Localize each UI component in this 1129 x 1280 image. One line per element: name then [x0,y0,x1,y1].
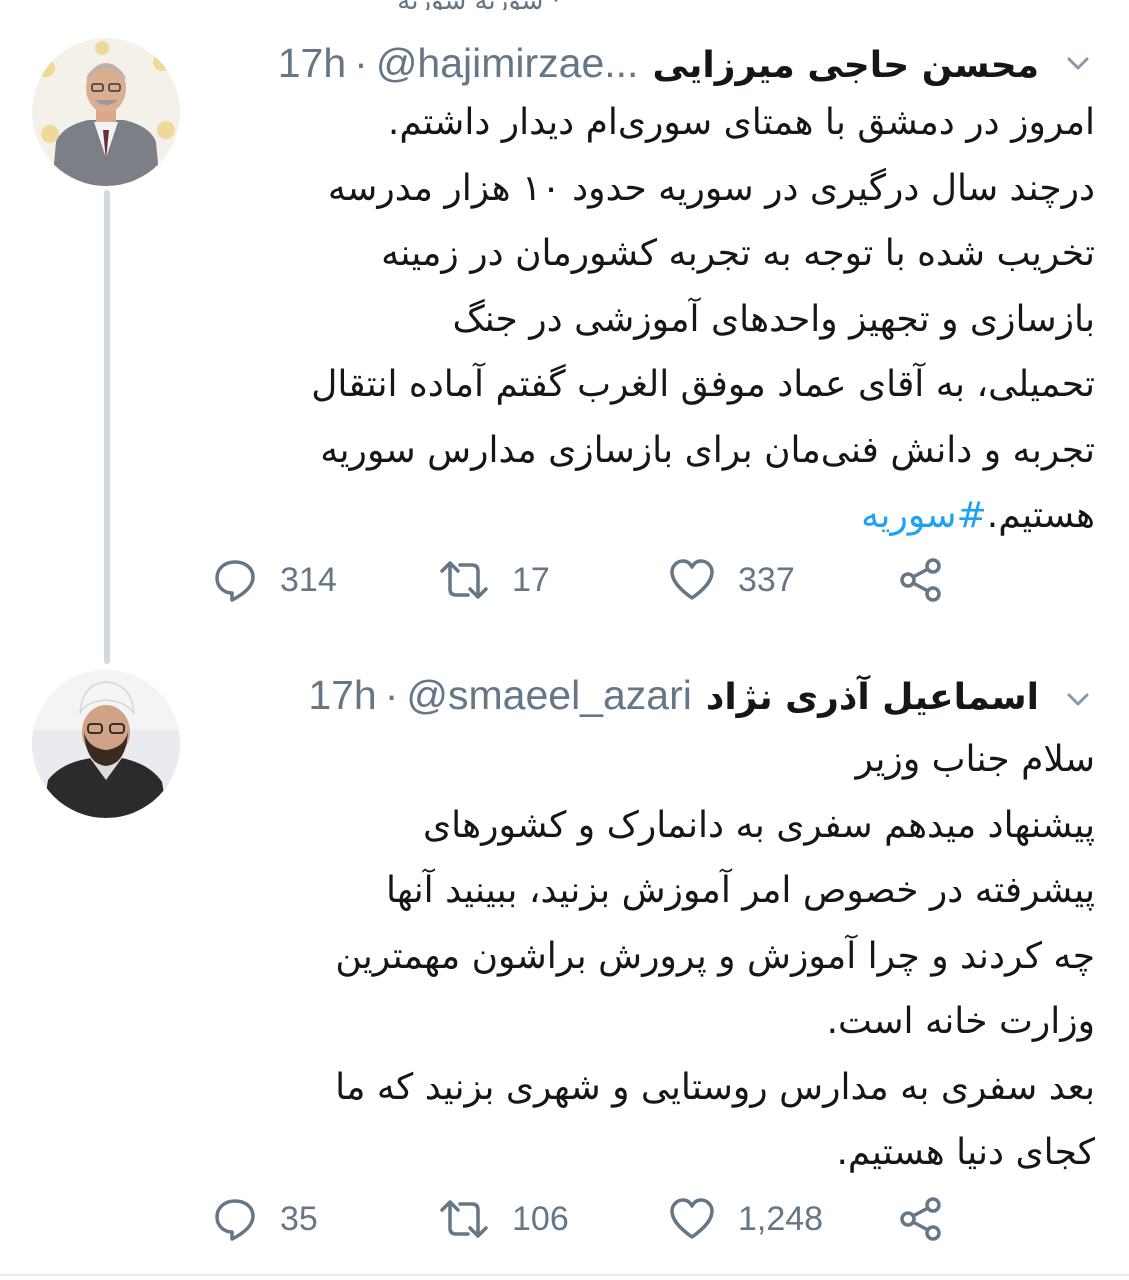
divider [0,1274,1129,1276]
share-icon [900,1197,941,1241]
tweet-text-line: کجای دنیا هستیم. [836,1132,1095,1173]
hashtag-link[interactable]: #سوریه [861,495,987,536]
tweet-text-line: پیشنهاد میدهم سفری به دانمارک و کشورهای [422,804,1095,846]
separator-dot: · [384,672,399,718]
retweet-icon [440,1200,488,1238]
retweet-count: 106 [512,1199,569,1238]
tweet-text-line: امروز در دمشق با همتای سوری‌ام دیدار داش… [387,102,1095,143]
like-count: 337 [738,560,795,599]
share-icon [900,558,941,602]
timestamp[interactable]: 17h [308,672,376,719]
display-name[interactable]: اسماعیل آذری نژاد [706,677,1039,718]
retweet-button[interactable]: 106 [438,1196,569,1242]
like-button[interactable]: 1,248 [668,1196,823,1242]
avatar-photo-cleric [32,670,180,818]
like-button[interactable]: 337 [668,557,795,603]
like-icon [670,559,714,600]
chevron-down-icon[interactable] [1061,46,1095,80]
separator-dot: · [354,40,368,86]
tweet-text-line: سلام جناب وزیر [855,739,1095,780]
user-handle[interactable]: @hajimirzae... [376,40,639,87]
tweet-text-line: بازسازی و تجهیز واحدهای آموزشی در جنگ [452,298,1095,340]
retweet-icon [440,561,488,599]
chevron-down-icon[interactable] [1061,682,1095,716]
reply-icon [215,560,255,602]
reply-count: 314 [280,560,337,599]
tweet-text-line: تجربه و دانش فنی‌مان برای بازسازی مدارس … [320,429,1095,471]
reply-button[interactable]: 35 [212,1196,318,1242]
share-button[interactable] [898,1196,966,1242]
tweet-text-fragment: هستیم. [986,495,1095,536]
avatar[interactable] [32,38,180,186]
retweet-count: 17 [512,560,550,599]
display-name[interactable]: محسن حاجی میرزایی [652,45,1039,86]
tweet-header: محسن حاجی میرزایی @hajimirzae... · 17h [278,40,1039,90]
previous-tweet-fragment: · سوریه سوریه [230,0,560,10]
tweet-actions: 35 106 1,248 [212,1196,972,1246]
tweet-text-line: تخریب شده با توجه به تجربه کشورمان در زم… [381,233,1095,274]
reply-icon [215,1199,255,1241]
avatar-photo-man-suit [32,38,180,186]
tweet-actions: 314 17 337 [212,557,972,607]
tweet-text-line-last: هستیم.#سوریه [205,483,1095,549]
like-count: 1,248 [738,1199,824,1238]
share-button[interactable] [898,557,966,603]
thread-connector-line [104,190,110,664]
reply-count: 35 [280,1199,318,1238]
tweet-text-line: چه کردند و چرا آموزش و پرورش براشون مهمت… [335,935,1095,977]
like-icon [670,1198,714,1239]
tweet-text: امروز در دمشق با همتای سوری‌ام دیدار داش… [205,90,1095,549]
tweet-text-line: بعد سفری به مدارس روستایی و شهری بزنید ک… [335,1066,1095,1108]
retweet-button[interactable]: 17 [438,557,550,603]
tweet-header: اسماعیل آذری نژاد @smaeel_azari · 17h [308,672,1039,722]
tweet-text: سلام جناب وزیر پیشنهاد میدهم سفری به دان… [205,727,1095,1186]
user-handle[interactable]: @smaeel_azari [406,672,691,719]
tweet-text-line: وزارت خانه است. [826,1001,1095,1042]
tweet-text-line: تحمیلی، به آقای عماد موفق الغرب گفتم آما… [311,364,1095,405]
tweet-text-line: درچند سال درگیری در سوریه حدود ۱۰ هزار م… [327,167,1095,209]
tweet-text-line: پیشرفته در خصوص امر آموزش بزنید، ببینید … [386,870,1095,911]
avatar[interactable] [32,670,180,818]
reply-button[interactable]: 314 [212,557,337,603]
timestamp[interactable]: 17h [278,40,346,87]
